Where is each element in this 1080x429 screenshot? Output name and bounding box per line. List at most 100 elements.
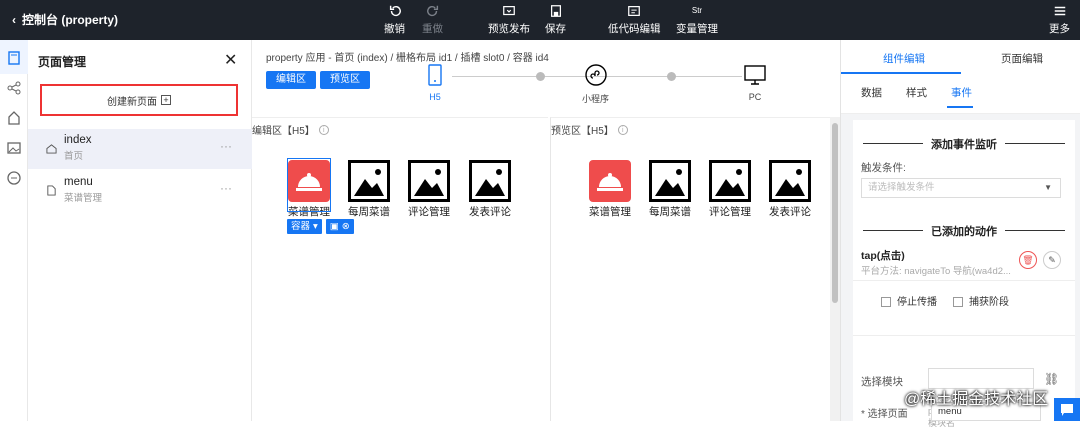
preview-tile-weekly-recipe: 每周菜谱 (646, 160, 694, 219)
image-placeholder-icon (649, 160, 691, 202)
action-options: 停止传播 捕获阶段 (853, 280, 1075, 336)
phone-icon (428, 64, 442, 86)
monitor-icon (503, 6, 515, 16)
vertical-scrollbar[interactable] (830, 117, 840, 421)
caret-down-icon: ▼ (1044, 183, 1052, 192)
panel-title: 页面管理 (38, 55, 87, 69)
image-placeholder-icon (769, 160, 811, 202)
edit-area-title: 编辑区【H5】 (252, 126, 315, 137)
subtabs: 数据 样式 事件 (841, 74, 1080, 114)
home-icon (46, 144, 57, 154)
subtab-underline (947, 106, 973, 108)
events-body: 添加事件监听 触发条件: 请选择触发条件 ▼ 已添加的动作 tap(点击) 平台方… (853, 120, 1075, 428)
component-icon[interactable] (6, 110, 22, 126)
preview-tile-comment-manage: 评论管理 (706, 160, 754, 219)
scroll-thumb[interactable] (832, 123, 838, 303)
data-source-icon[interactable] (6, 170, 22, 186)
main-canvas: property 应用 - 首页 (index) / 栅格布局 id1 / 插槽… (252, 40, 840, 421)
device-h5[interactable]: H5 (428, 64, 442, 102)
selection-outline (287, 158, 331, 212)
redo-button[interactable]: 重做 (422, 4, 443, 36)
tab-component-edit[interactable]: 组件编辑 (883, 51, 925, 66)
save-button[interactable]: 保存 (545, 4, 566, 36)
caret-down-icon: ▾ (313, 221, 318, 232)
image-placeholder-icon (348, 160, 390, 202)
tile-post-comment[interactable]: 发表评论 (466, 160, 514, 219)
selection-toolbar: 容器 ▾ ▣ ⊗ (287, 219, 354, 234)
tab-events[interactable]: 事件 (951, 85, 972, 100)
panel-tabs: 组件编辑 页面编辑 (841, 40, 1080, 74)
link-icon[interactable]: ⛓ (1044, 372, 1059, 386)
preview-area-title: 预览区【H5】 (551, 126, 614, 137)
section-added-actions: 已添加的动作 (853, 223, 1075, 239)
redo-icon (426, 5, 438, 17)
page-manage-panel: 页面管理 ✕ 创建新页面 + index 首页 ··· menu 菜谱管理 ··… (28, 40, 252, 421)
save-icon (550, 5, 561, 17)
action-description: 平台方法: navigateTo 导航(wa4d2... (861, 266, 1011, 277)
preview-publish-button[interactable]: 预览发布 (488, 4, 530, 36)
info-icon: i (318, 124, 329, 135)
section-add-listener: 添加事件监听 (853, 136, 1075, 152)
tile-weekly-recipe[interactable]: 每周菜谱 (345, 160, 393, 219)
device-miniprogram[interactable]: 小程序 (582, 64, 609, 105)
copy-icon[interactable]: ▣ (330, 219, 339, 234)
share-icon[interactable] (6, 80, 22, 96)
more-dots-icon[interactable]: ··· (220, 181, 232, 195)
monitor-icon (744, 65, 766, 85)
breadcrumb: property 应用 - 首页 (index) / 栅格布局 id1 / 插槽… (266, 53, 549, 64)
page-item-menu[interactable]: menu 菜谱管理 ··· (28, 171, 252, 211)
create-page-button[interactable]: 创建新页面 + (40, 84, 238, 116)
undo-icon (389, 5, 401, 17)
image-placeholder-icon (408, 160, 450, 202)
device-dot (536, 72, 545, 81)
pages-icon[interactable] (6, 50, 22, 66)
preview-tile-post-comment: 发表评论 (766, 160, 814, 219)
delete-circle-icon[interactable]: ⊗ (342, 219, 350, 234)
tile-comment-manage[interactable]: 评论管理 (405, 160, 453, 219)
code-icon (628, 6, 641, 16)
close-icon[interactable]: ✕ (224, 50, 237, 70)
property-panel: 组件编辑 页面编辑 数据 样式 事件 添加事件监听 触发条件: 请选择触发条件 ▼… (840, 40, 1080, 428)
app-title: 控制台 (property) (22, 13, 119, 27)
trigger-label: 触发条件: (861, 162, 906, 174)
container-tag-button[interactable]: 容器 ▾ (287, 219, 322, 234)
more-button[interactable]: 更多 (1049, 4, 1070, 36)
info-icon: i (617, 124, 628, 135)
stop-propagation-checkbox[interactable]: 停止传播 (881, 293, 937, 308)
preview-tile-recipe-manage: 菜谱管理 (586, 160, 634, 219)
delete-icon[interactable]: 🗑 (1019, 251, 1037, 269)
device-dot (667, 72, 676, 81)
image-placeholder-icon (469, 160, 511, 202)
tab-style[interactable]: 样式 (906, 85, 927, 100)
tab-page-edit[interactable]: 页面编辑 (1001, 51, 1043, 66)
file-icon (47, 185, 56, 196)
book-icon (589, 160, 631, 202)
select-module-label: 选择模块 (861, 376, 903, 388)
action-name: tap(点击) (861, 250, 905, 262)
chevron-left-icon: ‹ (12, 12, 16, 27)
edit-icon[interactable]: ✎ (1043, 251, 1061, 269)
trigger-select[interactable]: 请选择触发条件 ▼ (861, 178, 1061, 198)
more-dots-icon[interactable]: ··· (220, 139, 232, 153)
edit-area-button[interactable]: 编辑区 (266, 71, 316, 89)
chat-button[interactable] (1054, 398, 1080, 421)
device-pc[interactable]: PC (744, 64, 766, 102)
page-item-index[interactable]: index 首页 ··· (28, 129, 252, 169)
selection-actions: ▣ ⊗ (325, 219, 354, 234)
top-toolbar: ‹ 控制台 (property) 撤销 重做 预览发布 保存 低代码编辑 Str… (0, 0, 1080, 40)
variable-manage-button[interactable]: Str 变量管理 (676, 4, 718, 36)
undo-button[interactable]: 撤销 (384, 4, 405, 36)
watermark: @稀土掘金技术社区 (904, 391, 1049, 408)
str-icon: Str (691, 6, 703, 15)
preview-area: 预览区【H5】 i 菜谱管理 每周菜谱 评论管理 发表评论 (550, 117, 830, 421)
select-page-label: * 选择页面 (861, 409, 908, 420)
preview-area-button[interactable]: 预览区 (320, 71, 370, 89)
menu-icon (1054, 6, 1065, 16)
back-button[interactable]: ‹ 控制台 (property) (12, 11, 118, 28)
plus-square-icon: + (161, 95, 171, 105)
lowcode-edit-button[interactable]: 低代码编辑 (608, 4, 661, 36)
image-icon[interactable] (6, 140, 22, 156)
capture-phase-checkbox[interactable]: 捕获阶段 (953, 293, 1009, 308)
tab-data[interactable]: 数据 (861, 85, 882, 100)
left-icon-bar (0, 40, 28, 421)
